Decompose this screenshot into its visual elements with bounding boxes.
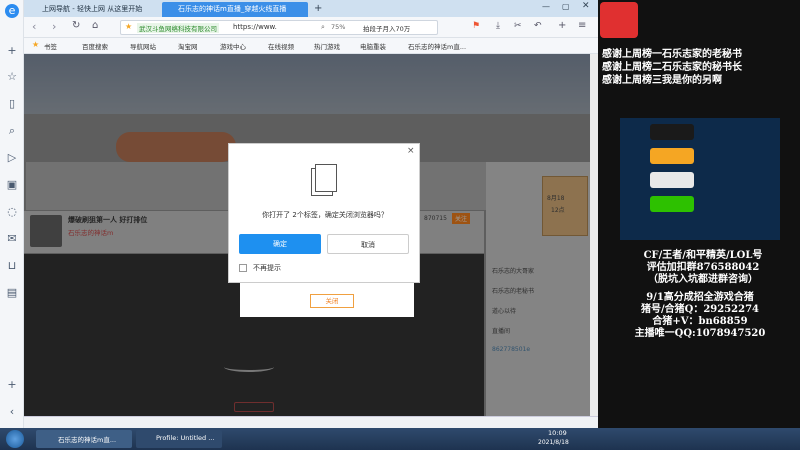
weibo-icon (650, 172, 694, 188)
bookmark-item[interactable]: 游戏中心 (220, 41, 246, 51)
browser-window: 上网导航 - 轻快上网 从这里开始 石乐志的神话m直播_穿越火线直播 + — ▢… (24, 0, 598, 428)
plus-icon[interactable]: + (5, 44, 19, 58)
tab-label: 石乐志的神话m直播_穿越火线直播 (178, 5, 287, 13)
minimize-button[interactable]: — (542, 2, 550, 11)
zoom-level[interactable]: 75% (331, 23, 345, 31)
close-window-button[interactable]: ✕ (582, 1, 590, 11)
bookmark-item[interactable]: 导航网站 (130, 41, 156, 51)
bookmark-item[interactable]: 百度搜索 (82, 41, 108, 51)
site-certificate-label: 武汉斗鱼网络科技有限公司 (137, 23, 219, 33)
left-sidebar: e + ☆ ▯ ⌕ ▷ ▣ ◌ ✉ ⊔ ▤ + ‹ (0, 0, 24, 428)
dialog-message: 你打开了 2个标签，确定关闭浏览器吗？ (262, 211, 388, 219)
secondary-popup: 关闭 (240, 283, 414, 317)
clock-date: 2021/8/18 (538, 439, 569, 446)
status-bar (24, 416, 598, 428)
download-icon[interactable]: ⤓ (496, 21, 500, 31)
cf-logo-icon (600, 2, 638, 38)
taskbar-item-obs[interactable]: Profile: Untitled ... (136, 430, 222, 448)
clock-time: 10:09 (548, 429, 567, 437)
search-suggestion[interactable]: 拍段子月入70万 (363, 23, 410, 33)
info-line: 9/1高分成招全游戏合猪 (646, 292, 754, 303)
popup-close-button[interactable]: 关闭 (310, 294, 354, 308)
info-line: 评估加扣群876588042 (646, 262, 760, 273)
forward-icon[interactable]: › (52, 20, 56, 33)
dialog-close-button[interactable]: × (407, 146, 415, 156)
tab-label: 上网导航 - 轻快上网 从这里开始 (42, 5, 143, 13)
cancel-button[interactable]: 取消 (327, 234, 409, 254)
back-icon[interactable]: ‹ (32, 20, 36, 33)
social-box (620, 118, 780, 240)
taskbar-label: 石乐志的神话m直... (58, 436, 117, 444)
info-line: 主播唯一QQ:1078947520 (634, 328, 766, 339)
info-line: CF/王者/和平精英/LOL号 (643, 250, 763, 261)
book-icon[interactable]: ▯ (5, 97, 19, 111)
add-icon[interactable]: + (5, 378, 19, 392)
bookmark-item[interactable]: 热门游戏 (314, 41, 340, 51)
info-line: 合猪+V：bn68859 (652, 316, 748, 327)
dont-show-label: 不再提示 (253, 264, 281, 272)
info-line: 猪号/合猪Q：29252274 (640, 304, 760, 315)
bookmark-item[interactable]: 淘宝网 (178, 41, 198, 51)
bookmark-item[interactable]: 书签 (44, 41, 57, 51)
favorite-icon[interactable]: ★ (125, 22, 132, 31)
new-tab-button[interactable]: + (314, 3, 322, 14)
dont-show-checkbox[interactable] (239, 264, 247, 272)
taskbar-label: Profile: Untitled ... (156, 434, 215, 442)
menu-icon[interactable]: ≡ (578, 20, 586, 31)
vertical-scrollbar[interactable] (590, 54, 598, 416)
game-icon[interactable]: ⚑ (472, 21, 480, 31)
bookmarks-bar: ★ 书签 百度搜索 导航网站 淘宝网 游戏中心 在线视频 热门游戏 电脑重装 石… (24, 38, 598, 54)
bookmark-item[interactable]: 在线视频 (268, 41, 294, 51)
cart-icon[interactable]: ⊔ (5, 259, 19, 273)
maximize-button[interactable]: ▢ (562, 2, 570, 11)
chat-icon[interactable]: ◌ (5, 205, 19, 219)
wechat-icon (650, 196, 694, 212)
add-icon[interactable]: + (558, 20, 566, 31)
mail-icon[interactable]: ✉ (5, 232, 19, 246)
kuaishou-icon (650, 148, 694, 164)
thanks-line: 感谢上周榜一石乐志家的老秘书 (602, 49, 742, 60)
info-line: （脱坑入坑都进群咨询） (648, 274, 758, 285)
search-icon[interactable]: ⌕ (5, 124, 19, 138)
undo-icon[interactable]: ↶ (534, 21, 542, 31)
tiktok-icon (650, 124, 694, 140)
start-button[interactable] (6, 430, 24, 448)
thanks-line: 感谢上周榜二石乐志家的秘书长 (602, 62, 742, 73)
browser-logo-icon[interactable]: e (5, 4, 19, 18)
doc-icon[interactable]: ▤ (5, 286, 19, 300)
tab-bar: 上网导航 - 轻快上网 从这里开始 石乐志的神话m直播_穿越火线直播 + — ▢… (24, 0, 598, 17)
taskbar: 石乐志的神话m直... Profile: Untitled ... 10:09 … (0, 428, 800, 450)
home-icon[interactable]: ⌂ (92, 20, 98, 31)
tabs-icon (311, 164, 337, 196)
tab-stream[interactable]: 石乐志的神话m直播_穿越火线直播 (162, 2, 308, 17)
bookmark-star-icon: ★ (32, 40, 40, 49)
video-icon[interactable]: ▷ (5, 151, 19, 165)
tab-home[interactable]: 上网导航 - 轻快上网 从这里开始 (26, 2, 158, 17)
url-field[interactable]: ★ 武汉斗鱼网络科技有限公司 https://www. ⌕ 75% 拍段子月入7… (120, 20, 438, 35)
confirm-button[interactable]: 确定 (239, 234, 321, 254)
stream-overlay-panel: 感谢上周榜一石乐志家的老秘书 感谢上周榜二石乐志家的秘书长 感谢上周榜三我是你的… (598, 0, 800, 428)
cut-icon[interactable]: ✂ (514, 21, 522, 31)
bookmark-item[interactable]: 电脑重装 (360, 41, 386, 51)
address-bar: ‹ › ↻ ⌂ ★ 武汉斗鱼网络科技有限公司 https://www. ⌕ 75… (24, 17, 598, 38)
collapse-icon[interactable]: ‹ (5, 405, 19, 419)
url-text: https://www. (233, 23, 277, 31)
image-icon[interactable]: ▣ (5, 178, 19, 192)
close-browser-dialog: × 你打开了 2个标签，确定关闭浏览器吗？ 确定 取消 不再提示 (228, 143, 420, 283)
star-icon[interactable]: ☆ (5, 70, 19, 84)
bookmark-item[interactable]: 石乐志的神话m直... (408, 41, 466, 51)
zoom-icon[interactable]: ⌕ (321, 23, 325, 32)
taskbar-item-browser[interactable]: 石乐志的神话m直... (36, 430, 132, 448)
thanks-line: 感谢上周榜三我是你的另啊 (602, 75, 722, 86)
refresh-icon[interactable]: ↻ (72, 20, 80, 31)
